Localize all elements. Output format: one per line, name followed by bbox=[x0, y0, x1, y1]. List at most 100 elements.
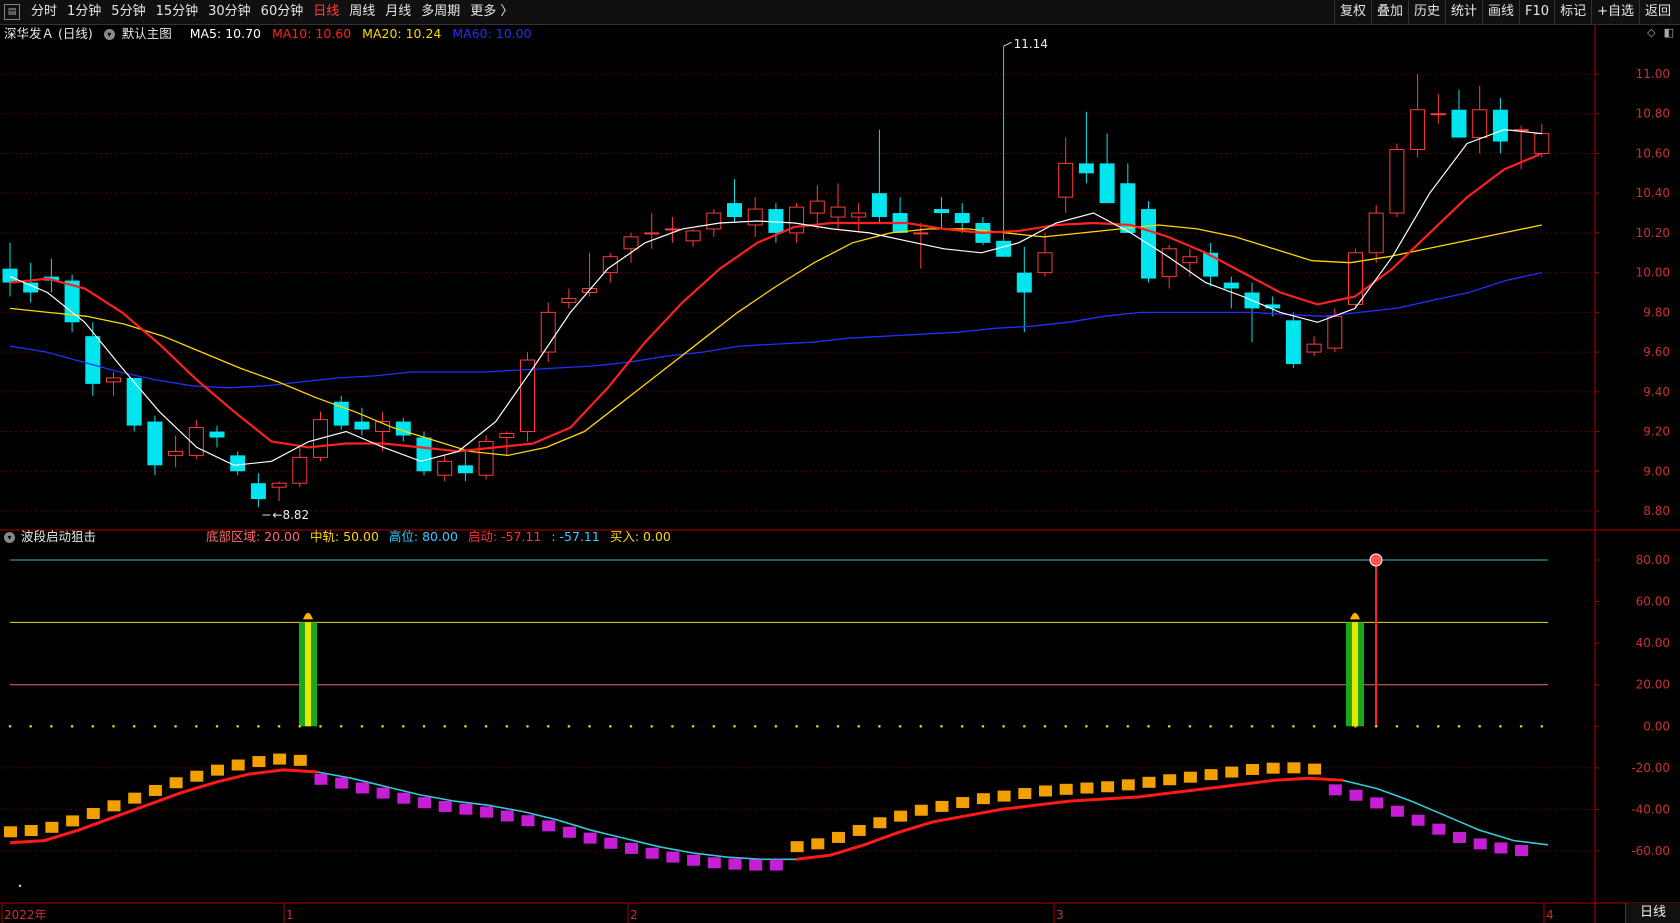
x-axis-label: 2022年 bbox=[4, 908, 47, 922]
candle bbox=[1472, 85, 1488, 154]
tab-more[interactable]: 更多 〉 bbox=[465, 0, 518, 24]
zero-dot bbox=[919, 724, 923, 728]
candle bbox=[1203, 242, 1219, 287]
rising-block bbox=[273, 753, 287, 765]
candle-body bbox=[1410, 109, 1426, 150]
rising-block bbox=[1018, 788, 1032, 800]
tab-daily[interactable]: 日线 bbox=[308, 0, 344, 24]
candle-body bbox=[727, 203, 742, 218]
flame-icon bbox=[303, 612, 313, 620]
candle bbox=[1451, 89, 1467, 138]
f10-button[interactable]: F10 bbox=[1519, 0, 1554, 24]
candle-body bbox=[457, 465, 473, 474]
window-menu-icon[interactable]: ▤ bbox=[4, 4, 20, 20]
zero-dot bbox=[1519, 724, 1523, 728]
ma10-line bbox=[9, 152, 1543, 453]
zero-dot bbox=[70, 724, 74, 728]
period-indicator-tab[interactable]: 日线 bbox=[1625, 903, 1680, 923]
tab-15min[interactable]: 15分钟 bbox=[151, 0, 204, 24]
stats-button[interactable]: 统计 bbox=[1445, 0, 1482, 24]
param-launch: 启动: -57.11 bbox=[467, 529, 542, 544]
candle-body bbox=[2, 268, 18, 283]
candle bbox=[1037, 232, 1053, 277]
zero-dot bbox=[215, 724, 219, 728]
tab-multi-period[interactable]: 多周期 bbox=[416, 0, 465, 24]
candle bbox=[1120, 163, 1136, 233]
tab-1min[interactable]: 1分钟 bbox=[62, 0, 106, 24]
tab-fenshi[interactable]: 分时 bbox=[26, 0, 62, 24]
falling-block bbox=[749, 859, 763, 871]
zero-dot bbox=[1023, 724, 1026, 728]
history-button[interactable]: 历史 bbox=[1407, 0, 1445, 24]
panel-toggle-icon[interactable]: ◧ bbox=[1664, 26, 1674, 39]
candle-body bbox=[271, 482, 287, 488]
rising-block bbox=[790, 841, 804, 853]
rising-block bbox=[811, 838, 825, 850]
candle bbox=[809, 185, 825, 229]
add-watchlist-button[interactable]: +自选 bbox=[1591, 0, 1639, 24]
tab-30min[interactable]: 30分钟 bbox=[203, 0, 256, 24]
tab-monthly[interactable]: 月线 bbox=[380, 0, 416, 24]
rising-block bbox=[1121, 779, 1135, 791]
rising-block bbox=[293, 754, 307, 766]
zero-dot bbox=[981, 724, 985, 728]
ma20-line bbox=[9, 224, 1542, 457]
tab-weekly[interactable]: 周线 bbox=[344, 0, 380, 24]
rising-block bbox=[1101, 781, 1115, 793]
candle bbox=[644, 213, 660, 249]
candle bbox=[727, 179, 742, 223]
high-marker-label: 11.14 bbox=[1014, 37, 1048, 51]
zero-dot bbox=[1147, 724, 1150, 728]
candle bbox=[871, 129, 887, 223]
zero-dot bbox=[1188, 724, 1192, 728]
rising-block bbox=[956, 797, 970, 809]
rising-block bbox=[24, 825, 38, 837]
tab-5min[interactable]: 5分钟 bbox=[106, 0, 150, 24]
kline-chart-canvas[interactable]: 11.0010.8010.6010.4010.2010.009.809.609.… bbox=[0, 25, 1680, 923]
tab-60min[interactable]: 60分钟 bbox=[256, 0, 309, 24]
falling-block bbox=[1411, 814, 1425, 826]
zero-dot bbox=[898, 724, 902, 728]
zero-dot bbox=[339, 724, 343, 728]
rising-block bbox=[894, 810, 908, 822]
candle bbox=[1141, 201, 1156, 283]
diamond-icon[interactable]: ◇ bbox=[1647, 26, 1655, 39]
falling-block bbox=[1370, 797, 1384, 809]
rising-block bbox=[1142, 776, 1156, 788]
candle-body bbox=[1182, 256, 1198, 264]
candle bbox=[685, 228, 701, 247]
candle bbox=[1099, 133, 1115, 204]
rising-block bbox=[45, 821, 59, 833]
overlay-button[interactable]: 叠加 bbox=[1370, 0, 1408, 24]
indicator-selector[interactable]: ▾ 波段启动狙击 bbox=[4, 529, 102, 544]
zero-dot bbox=[1333, 724, 1337, 728]
candle bbox=[292, 445, 308, 488]
stock-name[interactable]: 深华发Ａ (日线) bbox=[4, 26, 93, 41]
candle-body bbox=[1472, 109, 1488, 139]
adjust-button[interactable]: 复权 bbox=[1333, 0, 1371, 24]
template-selector[interactable]: ▾ 默认主图 bbox=[103, 26, 179, 41]
candle bbox=[106, 371, 121, 396]
tool-buttons: 复权 叠加 历史 统计 画线 F10 标记 +自选 返回 bbox=[1333, 0, 1676, 24]
candle-body bbox=[830, 206, 846, 218]
zero-dot bbox=[671, 724, 674, 728]
mark-button[interactable]: 标记 bbox=[1554, 0, 1591, 24]
draw-line-button[interactable]: 画线 bbox=[1482, 0, 1519, 24]
rising-block bbox=[935, 800, 949, 812]
candle bbox=[416, 431, 432, 476]
candle-body bbox=[292, 456, 308, 484]
ma60-line bbox=[9, 271, 1542, 389]
indicator-tick-label: -60.00 bbox=[1631, 844, 1670, 858]
falling-block bbox=[707, 857, 721, 869]
falling-block bbox=[1494, 842, 1508, 854]
param-high-zone: 高位: 80.00 bbox=[388, 529, 458, 544]
zero-dot bbox=[464, 724, 467, 728]
zero-dot bbox=[940, 724, 943, 728]
candle-body bbox=[147, 421, 163, 466]
zero-dot bbox=[422, 724, 426, 728]
falling-block bbox=[1453, 832, 1466, 844]
falling-block bbox=[645, 847, 659, 859]
candle-body bbox=[126, 377, 142, 426]
back-button[interactable]: 返回 bbox=[1638, 0, 1676, 24]
zero-dot bbox=[526, 724, 529, 728]
